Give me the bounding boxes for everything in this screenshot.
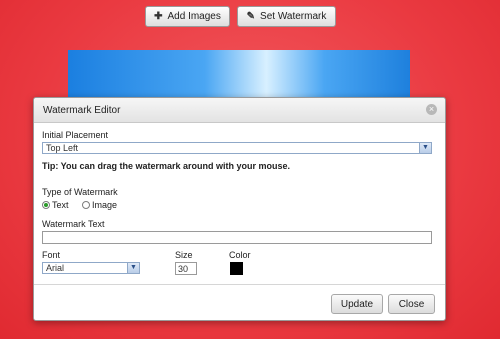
color-swatch[interactable]	[230, 262, 243, 275]
font-value: Arial	[46, 263, 65, 273]
placement-label: Initial Placement	[42, 130, 109, 140]
set-watermark-label: Set Watermark	[260, 11, 327, 22]
type-image-radio[interactable]	[82, 201, 90, 209]
type-label: Type of Watermark	[42, 187, 118, 197]
brush-icon: ✎	[246, 11, 256, 22]
chevron-down-icon: ▼	[127, 263, 139, 273]
type-image-label: Image	[92, 200, 118, 210]
add-images-label: Add Images	[167, 11, 221, 22]
size-value: 30	[178, 263, 189, 274]
update-button[interactable]: Update	[331, 294, 383, 314]
plus-icon: ✚	[154, 11, 163, 22]
dialog-title: Watermark Editor	[43, 104, 121, 116]
type-text-radio[interactable]	[42, 201, 50, 209]
watermark-editor-dialog: Watermark Editor × Initial Placement Top…	[33, 97, 446, 321]
size-input[interactable]: 30	[175, 262, 197, 275]
font-select[interactable]: Arial ▼	[42, 262, 140, 274]
dialog-divider	[34, 284, 445, 285]
close-button[interactable]: Close	[388, 294, 435, 314]
add-images-button[interactable]: ✚ Add Images	[145, 6, 230, 27]
placement-select[interactable]: Top Left ▼	[42, 142, 432, 154]
set-watermark-button[interactable]: ✎ Set Watermark	[237, 6, 336, 27]
watermark-text-input[interactable]	[42, 231, 432, 244]
tip-text: Tip: You can drag the watermark around w…	[42, 161, 291, 171]
dialog-header: Watermark Editor	[34, 98, 445, 123]
close-icon[interactable]: ×	[426, 104, 437, 115]
type-text-label: Text	[52, 200, 69, 210]
font-label: Font	[42, 250, 61, 260]
chevron-down-icon: ▼	[419, 143, 431, 153]
size-label: Size	[175, 250, 193, 260]
color-label: Color	[229, 250, 251, 260]
watermark-text-label: Watermark Text	[42, 219, 105, 229]
placement-value: Top Left	[46, 143, 79, 153]
